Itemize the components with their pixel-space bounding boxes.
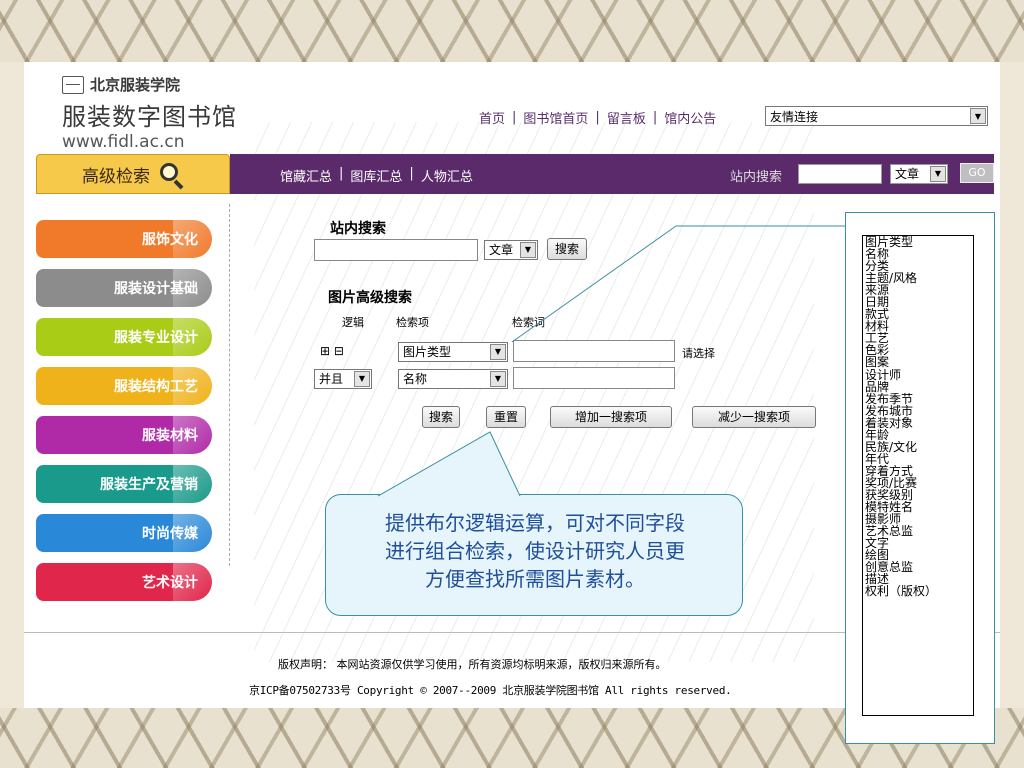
go-button[interactable]: GO bbox=[960, 163, 994, 183]
add-search-row-button[interactable]: 增加一搜索项 bbox=[550, 406, 672, 428]
chevron-down-icon[interactable]: ▼ bbox=[520, 242, 536, 258]
dropdown-option[interactable]: 绘图 bbox=[863, 549, 973, 561]
dropdown-option[interactable]: 模特姓名 bbox=[863, 501, 973, 513]
icp-notice: 京ICP备07502733号 Copyright © 2007--2009 北京… bbox=[249, 684, 732, 697]
dropdown-option[interactable]: 品牌 bbox=[863, 381, 973, 393]
bar-separator: | bbox=[339, 166, 344, 181]
nav-link-guestbook[interactable]: 留言板 bbox=[607, 108, 646, 127]
row2-logic-select[interactable]: 并且 ▼ bbox=[314, 369, 372, 389]
friend-links-select[interactable]: 友情连接 ▼ bbox=[765, 106, 988, 126]
dropdown-option[interactable]: 名称 bbox=[863, 248, 973, 260]
nav-link-home[interactable]: 首页 bbox=[479, 108, 505, 127]
column-keyword: 检索词 bbox=[512, 316, 545, 329]
image-search-heading: 图片高级搜索 bbox=[328, 290, 412, 306]
header-search-input[interactable] bbox=[798, 164, 882, 184]
row2-field-select[interactable]: 名称 ▼ bbox=[398, 369, 508, 389]
dropdown-option[interactable]: 穿着方式 bbox=[863, 465, 973, 477]
site-search-button[interactable]: 搜索 bbox=[547, 238, 587, 260]
sidebar-item-design-basics[interactable]: 服装设计基础 bbox=[36, 269, 213, 307]
nav-separator: | bbox=[652, 110, 658, 125]
dropdown-option[interactable]: 摄影师 bbox=[863, 513, 973, 525]
dropdown-option[interactable]: 材料 bbox=[863, 320, 973, 332]
dropdown-option[interactable]: 日期 bbox=[863, 296, 973, 308]
library-title: 服装数字图书馆 bbox=[62, 103, 237, 131]
link-people-summary[interactable]: 人物汇总 bbox=[421, 166, 473, 185]
image-search-button[interactable]: 搜索 bbox=[422, 406, 460, 428]
sidebar-item-professional-design[interactable]: 服装专业设计 bbox=[36, 318, 213, 356]
dropdown-option[interactable]: 发布城市 bbox=[863, 405, 973, 417]
dropdown-option[interactable]: 民族/文化 bbox=[863, 441, 973, 453]
dropdown-option[interactable]: 年代 bbox=[863, 453, 973, 465]
sidebar-item-materials[interactable]: 服装材料 bbox=[36, 416, 213, 454]
row2-keyword-input[interactable] bbox=[513, 367, 675, 389]
sidebar-item-costume-culture[interactable]: 服饰文化 bbox=[36, 220, 213, 258]
column-field: 检索项 bbox=[396, 316, 429, 329]
header-type-select[interactable]: 文章 ▼ bbox=[890, 164, 948, 184]
site-search-input[interactable] bbox=[314, 239, 478, 261]
advanced-search-tab[interactable]: 高级检索 bbox=[36, 154, 230, 194]
sidebar-item-fashion-media[interactable]: 时尚传媒 bbox=[36, 514, 213, 552]
category-sidebar: 服饰文化 服装设计基础 服装专业设计 服装结构工艺 服装材料 服装生产及营销 时… bbox=[36, 220, 213, 612]
copyright-notice: 版权声明： 本网站资源仅供学习使用，所有资源均标明来源，版权归来源所有。 bbox=[278, 658, 667, 671]
column-logic: 逻辑 bbox=[342, 316, 364, 329]
site-url: www.fidl.ac.cn bbox=[62, 132, 185, 152]
chevron-down-icon[interactable]: ▼ bbox=[970, 108, 986, 124]
dropdown-option[interactable]: 获奖级别 bbox=[863, 489, 973, 501]
link-gallery-summary[interactable]: 图库汇总 bbox=[350, 166, 402, 185]
chevron-down-icon[interactable]: ▼ bbox=[930, 166, 946, 182]
school-emblem-icon bbox=[62, 75, 84, 94]
row1-keyword-input[interactable] bbox=[513, 340, 675, 362]
dropdown-option[interactable]: 来源 bbox=[863, 284, 973, 296]
sidebar-item-art-design[interactable]: 艺术设计 bbox=[36, 563, 213, 601]
sidebar-divider bbox=[229, 204, 230, 566]
site-search-label: 站内搜索 bbox=[730, 170, 783, 185]
dropdown-option[interactable]: 创意总监 bbox=[863, 561, 973, 573]
bar-separator: | bbox=[409, 166, 414, 181]
dropdown-option[interactable]: 设计师 bbox=[863, 369, 973, 381]
row1-field-select[interactable]: 图片类型 ▼ bbox=[398, 342, 508, 362]
dropdown-option[interactable]: 主题/风格 bbox=[863, 272, 973, 284]
chevron-down-icon[interactable]: ▼ bbox=[490, 344, 506, 360]
site-search-heading: 站内搜索 bbox=[330, 221, 386, 237]
dropdown-option[interactable]: 分类 bbox=[863, 260, 973, 272]
dropdown-option[interactable]: 描述 bbox=[863, 573, 973, 585]
advanced-search-label: 高级检索 bbox=[82, 166, 150, 187]
nav-link-announcements[interactable]: 馆内公告 bbox=[664, 108, 716, 127]
reset-button[interactable]: 重置 bbox=[486, 406, 526, 428]
nav-separator: | bbox=[595, 110, 600, 125]
site-search-type-select[interactable]: 文章 ▼ bbox=[484, 240, 538, 260]
school-name: 北京服装学院 bbox=[62, 74, 237, 95]
dropdown-option[interactable]: 图案 bbox=[863, 356, 973, 368]
dropdown-option[interactable]: 款式 bbox=[863, 308, 973, 320]
decorative-top-band bbox=[0, 0, 1024, 62]
dropdown-option[interactable]: 奖项/比赛 bbox=[863, 477, 973, 489]
chevron-down-icon[interactable]: ▼ bbox=[490, 371, 506, 387]
chevron-down-icon[interactable]: ▼ bbox=[354, 371, 370, 387]
remove-search-row-button[interactable]: 减少一搜索项 bbox=[692, 406, 816, 428]
dropdown-option[interactable]: 着装对象 bbox=[863, 417, 973, 429]
sidebar-item-production-marketing[interactable]: 服装生产及营销 bbox=[36, 465, 213, 503]
dropdown-option[interactable]: 工艺 bbox=[863, 332, 973, 344]
top-navigation: 首页 | 图书馆首页 | 留言板 | 馆内公告 bbox=[479, 108, 716, 127]
collection-bar: 馆藏汇总 | 图库汇总 | 人物汇总 站内搜索 文章 ▼ GO bbox=[230, 154, 994, 194]
dropdown-option[interactable]: 年龄 bbox=[863, 429, 973, 441]
add-remove-row-icons[interactable]: ⊞ ⊟ bbox=[320, 344, 344, 358]
nav-separator: | bbox=[512, 110, 517, 125]
annotation-callout: 提供布尔逻辑运算，可对不同字段 进行组合检索，使设计研究人员更 方便查找所需图片… bbox=[325, 494, 743, 616]
row1-hint: 请选择 bbox=[682, 347, 715, 360]
magnifier-icon bbox=[158, 161, 184, 190]
site-logo[interactable]: 北京服装学院 服装数字图书馆 www.fidl.ac.cn bbox=[62, 74, 237, 152]
sidebar-item-structure-craft[interactable]: 服装结构工艺 bbox=[36, 367, 213, 405]
dropdown-option[interactable]: 色彩 bbox=[863, 344, 973, 356]
dropdown-option[interactable]: 权利（版权） bbox=[863, 585, 973, 597]
dropdown-option[interactable]: 图片类型 bbox=[863, 236, 973, 248]
nav-link-library-home[interactable]: 图书馆首页 bbox=[523, 108, 588, 127]
link-collection-summary[interactable]: 馆藏汇总 bbox=[280, 166, 332, 185]
dropdown-option[interactable]: 文字 bbox=[863, 537, 973, 549]
dropdown-option[interactable]: 艺术总监 bbox=[863, 525, 973, 537]
field-dropdown-list[interactable]: 图片类型 名称 分类 主题/风格 来源 日期 款式 材料 工艺 色彩 图案 设计师 品牌 发布季节 发布城市… bbox=[862, 235, 974, 716]
dropdown-option[interactable]: 发布季节 bbox=[863, 393, 973, 405]
